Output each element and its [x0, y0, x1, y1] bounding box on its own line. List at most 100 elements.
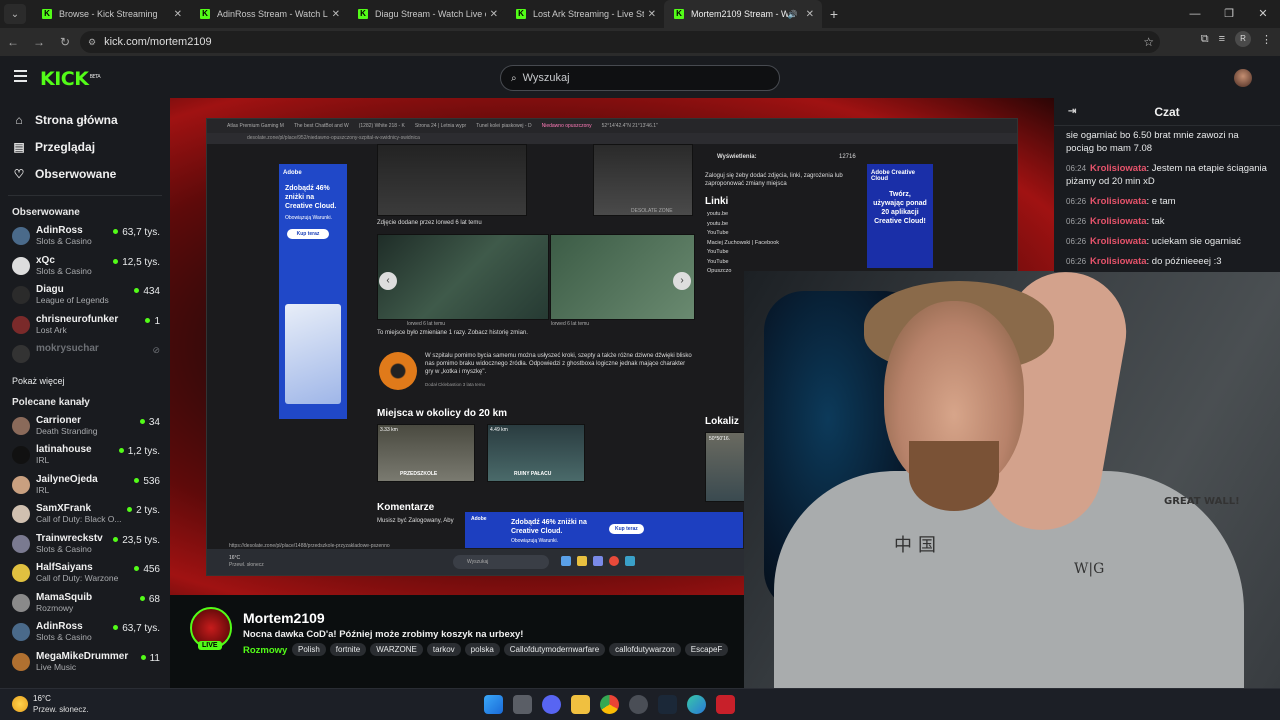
- streamer-name[interactable]: Mortem2109: [243, 610, 325, 626]
- hamburger-menu-icon[interactable]: [14, 70, 27, 82]
- inner-link: YouTube: [707, 249, 729, 255]
- reading-list-icon[interactable]: ≡: [1219, 33, 1225, 45]
- speaker-icon[interactable]: 🔊: [788, 10, 798, 19]
- edge-icon[interactable]: [687, 695, 706, 714]
- back-arrow-icon[interactable]: ←: [0, 35, 26, 49]
- sidebar-channel[interactable]: Trainwreckstv Slots & Casino 23,5 tys.: [0, 530, 170, 560]
- sidebar-channel[interactable]: Carrioner Death Stranding 34: [0, 412, 170, 442]
- browser-tab[interactable]: K Browse - Kick Streaming ✕: [32, 0, 190, 28]
- sidebar-channel[interactable]: AdinRoss Slots & Casino 63,7 tys.: [0, 222, 170, 252]
- sidebar-channel[interactable]: JailyneOjeda IRL 536: [0, 471, 170, 501]
- discord-icon[interactable]: [542, 695, 561, 714]
- channel-avatar: [12, 227, 30, 245]
- steam-icon[interactable]: [658, 695, 677, 714]
- browser-tab-strip: ⌄ K Browse - Kick Streaming ✕ K AdinRoss…: [0, 0, 1280, 28]
- minimize-button[interactable]: —: [1178, 0, 1212, 28]
- browser-tab[interactable]: K Lost Ark Streaming - Live Strea ✕: [506, 0, 664, 28]
- sidebar-channel[interactable]: SamXFrank Call of Duty: Black O... 2 tys.: [0, 500, 170, 530]
- close-window-button[interactable]: ✕: [1246, 0, 1280, 28]
- kick-logo[interactable]: KICKBETA: [40, 68, 101, 90]
- nearby-place-card[interactable]: 4.49 km RUINY PAŁACU: [487, 424, 585, 482]
- channel-name: JailyneOjeda: [36, 473, 98, 485]
- stream-tag[interactable]: fortnite: [329, 643, 367, 656]
- weather-sun-icon[interactable]: [12, 696, 28, 712]
- sidebar-channel[interactable]: AdinRoss Slots & Casino 63,7 tys.: [0, 618, 170, 648]
- chat-username[interactable]: Krolisiowata: [1090, 256, 1147, 267]
- gallery-prev-arrow-icon[interactable]: ‹: [379, 272, 397, 290]
- stream-tag[interactable]: tarkov: [426, 643, 461, 656]
- stream-category[interactable]: Rozmowy: [243, 645, 287, 656]
- channel-name: chrisneurofunker: [36, 313, 119, 325]
- tab-close-icon[interactable]: ✕: [490, 9, 498, 20]
- site-info-icon[interactable]: ⚙: [88, 37, 96, 48]
- browser-tab-active[interactable]: K Mortem2109 Stream - Watc 🔊 ✕: [664, 0, 822, 28]
- viewer-count: 12,5 tys.: [113, 257, 160, 268]
- file-explorer-icon[interactable]: [571, 695, 590, 714]
- chat-timestamp: 06:24: [1066, 164, 1087, 173]
- task-view-icon[interactable]: [513, 695, 532, 714]
- tab-close-icon[interactable]: ✕: [174, 9, 182, 20]
- chat-username[interactable]: Krolisiowata: [1090, 216, 1147, 227]
- sidebar-channel[interactable]: Diagu League of Legends 434: [0, 281, 170, 311]
- sidebar-channel[interactable]: xQc Slots & Casino 12,5 tys.: [0, 252, 170, 282]
- user-avatar[interactable]: [1234, 69, 1252, 87]
- sidebar-item-following[interactable]: ♡ Obserwowane: [0, 160, 170, 187]
- sidebar-channel[interactable]: latinahouse IRL 1,2 tys.: [0, 441, 170, 471]
- app-red-icon[interactable]: [716, 695, 735, 714]
- tab-search-menu[interactable]: ⌄: [4, 4, 26, 24]
- chat-username[interactable]: Krolisiowata: [1090, 196, 1147, 207]
- location-heading: Lokaliz: [705, 416, 739, 427]
- nearby-place-card[interactable]: 3.33 km PRZEDSZKOLE: [377, 424, 475, 482]
- sidebar-channel[interactable]: chrisneurofunker Lost Ark 1: [0, 311, 170, 341]
- bookmark-star-icon[interactable]: ☆: [1143, 35, 1154, 49]
- obs-icon[interactable]: [629, 695, 648, 714]
- chat-username[interactable]: Krolisiowata: [1090, 236, 1147, 247]
- browser-tab[interactable]: K Diagu Stream - Watch Live on K ✕: [348, 0, 506, 28]
- extensions-icon[interactable]: ⧉: [1201, 33, 1209, 46]
- chrome-icon[interactable]: [600, 695, 619, 714]
- sidebar-channel[interactable]: HalfSaiyans Call of Duty: Warzone 456: [0, 559, 170, 589]
- browser-tab[interactable]: K AdinRoss Stream - Watch Live o ✕: [190, 0, 348, 28]
- tab-close-icon[interactable]: ✕: [806, 9, 814, 20]
- sidebar-item-home[interactable]: ⌂ Strona główna: [0, 106, 170, 133]
- stream-tag[interactable]: WARZONE: [370, 643, 423, 656]
- stream-tag[interactable]: Polish: [292, 643, 326, 656]
- url-bar[interactable]: ⚙ kick.com/mortem2109 ☆: [80, 31, 1160, 53]
- gallery-next-arrow-icon[interactable]: ›: [673, 272, 691, 290]
- map-thumbnail[interactable]: 50°50'16.: [705, 432, 745, 502]
- forward-arrow-icon[interactable]: →: [26, 35, 52, 49]
- recommended-heading: Polecane kanały: [12, 396, 90, 408]
- photo-thumbnail: [377, 144, 527, 216]
- stream-tag[interactable]: callofdutywarzon: [609, 643, 681, 656]
- tab-close-icon[interactable]: ✕: [648, 9, 656, 20]
- browser-menu-icon[interactable]: ⋮: [1261, 33, 1272, 46]
- start-windows-icon[interactable]: [484, 695, 503, 714]
- sidebar-channel[interactable]: MamaSquib Rozmowy 68: [0, 589, 170, 619]
- search-placeholder: Wyszukaj: [522, 72, 570, 84]
- chat-username[interactable]: Krolisiowata: [1090, 163, 1147, 174]
- stream-tag[interactable]: Callofdutymodernwarfare: [503, 643, 606, 656]
- sidebar-channel[interactable]: MegaMikeDrummer Live Music 11: [0, 648, 170, 678]
- inner-link: YouTube: [707, 258, 729, 265]
- viewer-count: 456: [134, 564, 160, 575]
- stream-tag[interactable]: polska: [464, 643, 500, 656]
- gallery-photo[interactable]: [377, 234, 549, 320]
- channel-avatar: [12, 623, 30, 641]
- search-input[interactable]: ⌕ Wyszukaj: [500, 65, 780, 91]
- new-tab-button[interactable]: +: [822, 6, 846, 22]
- profile-avatar[interactable]: R: [1235, 31, 1251, 47]
- adobe-ad-right: Adobe Creative Cloud Twórz, używając pon…: [867, 164, 933, 268]
- chat-title: Czat: [1154, 104, 1180, 119]
- stream-tag[interactable]: EscapeF: [684, 643, 729, 656]
- show-more-button[interactable]: Pokaż więcej: [0, 370, 170, 392]
- maximize-button[interactable]: ❐: [1212, 0, 1246, 28]
- reload-icon[interactable]: ↻: [52, 35, 78, 49]
- sidebar-channel[interactable]: mokrysuchar ⊘: [0, 340, 170, 370]
- tab-title: Lost Ark Streaming - Live Strea: [533, 9, 644, 19]
- channel-avatar: [12, 652, 30, 671]
- chat-message: 06:26 Krolisiowata: uciekam sie ogarniać: [1054, 232, 1280, 252]
- collapse-chat-icon[interactable]: ⇥: [1068, 106, 1076, 117]
- sidebar-item-browse[interactable]: ▤ Przeglądaj: [0, 133, 170, 160]
- chat-messages: sie ogarniać bo 6.50 brat mnie zawozi na…: [1054, 126, 1280, 272]
- tab-close-icon[interactable]: ✕: [332, 9, 340, 20]
